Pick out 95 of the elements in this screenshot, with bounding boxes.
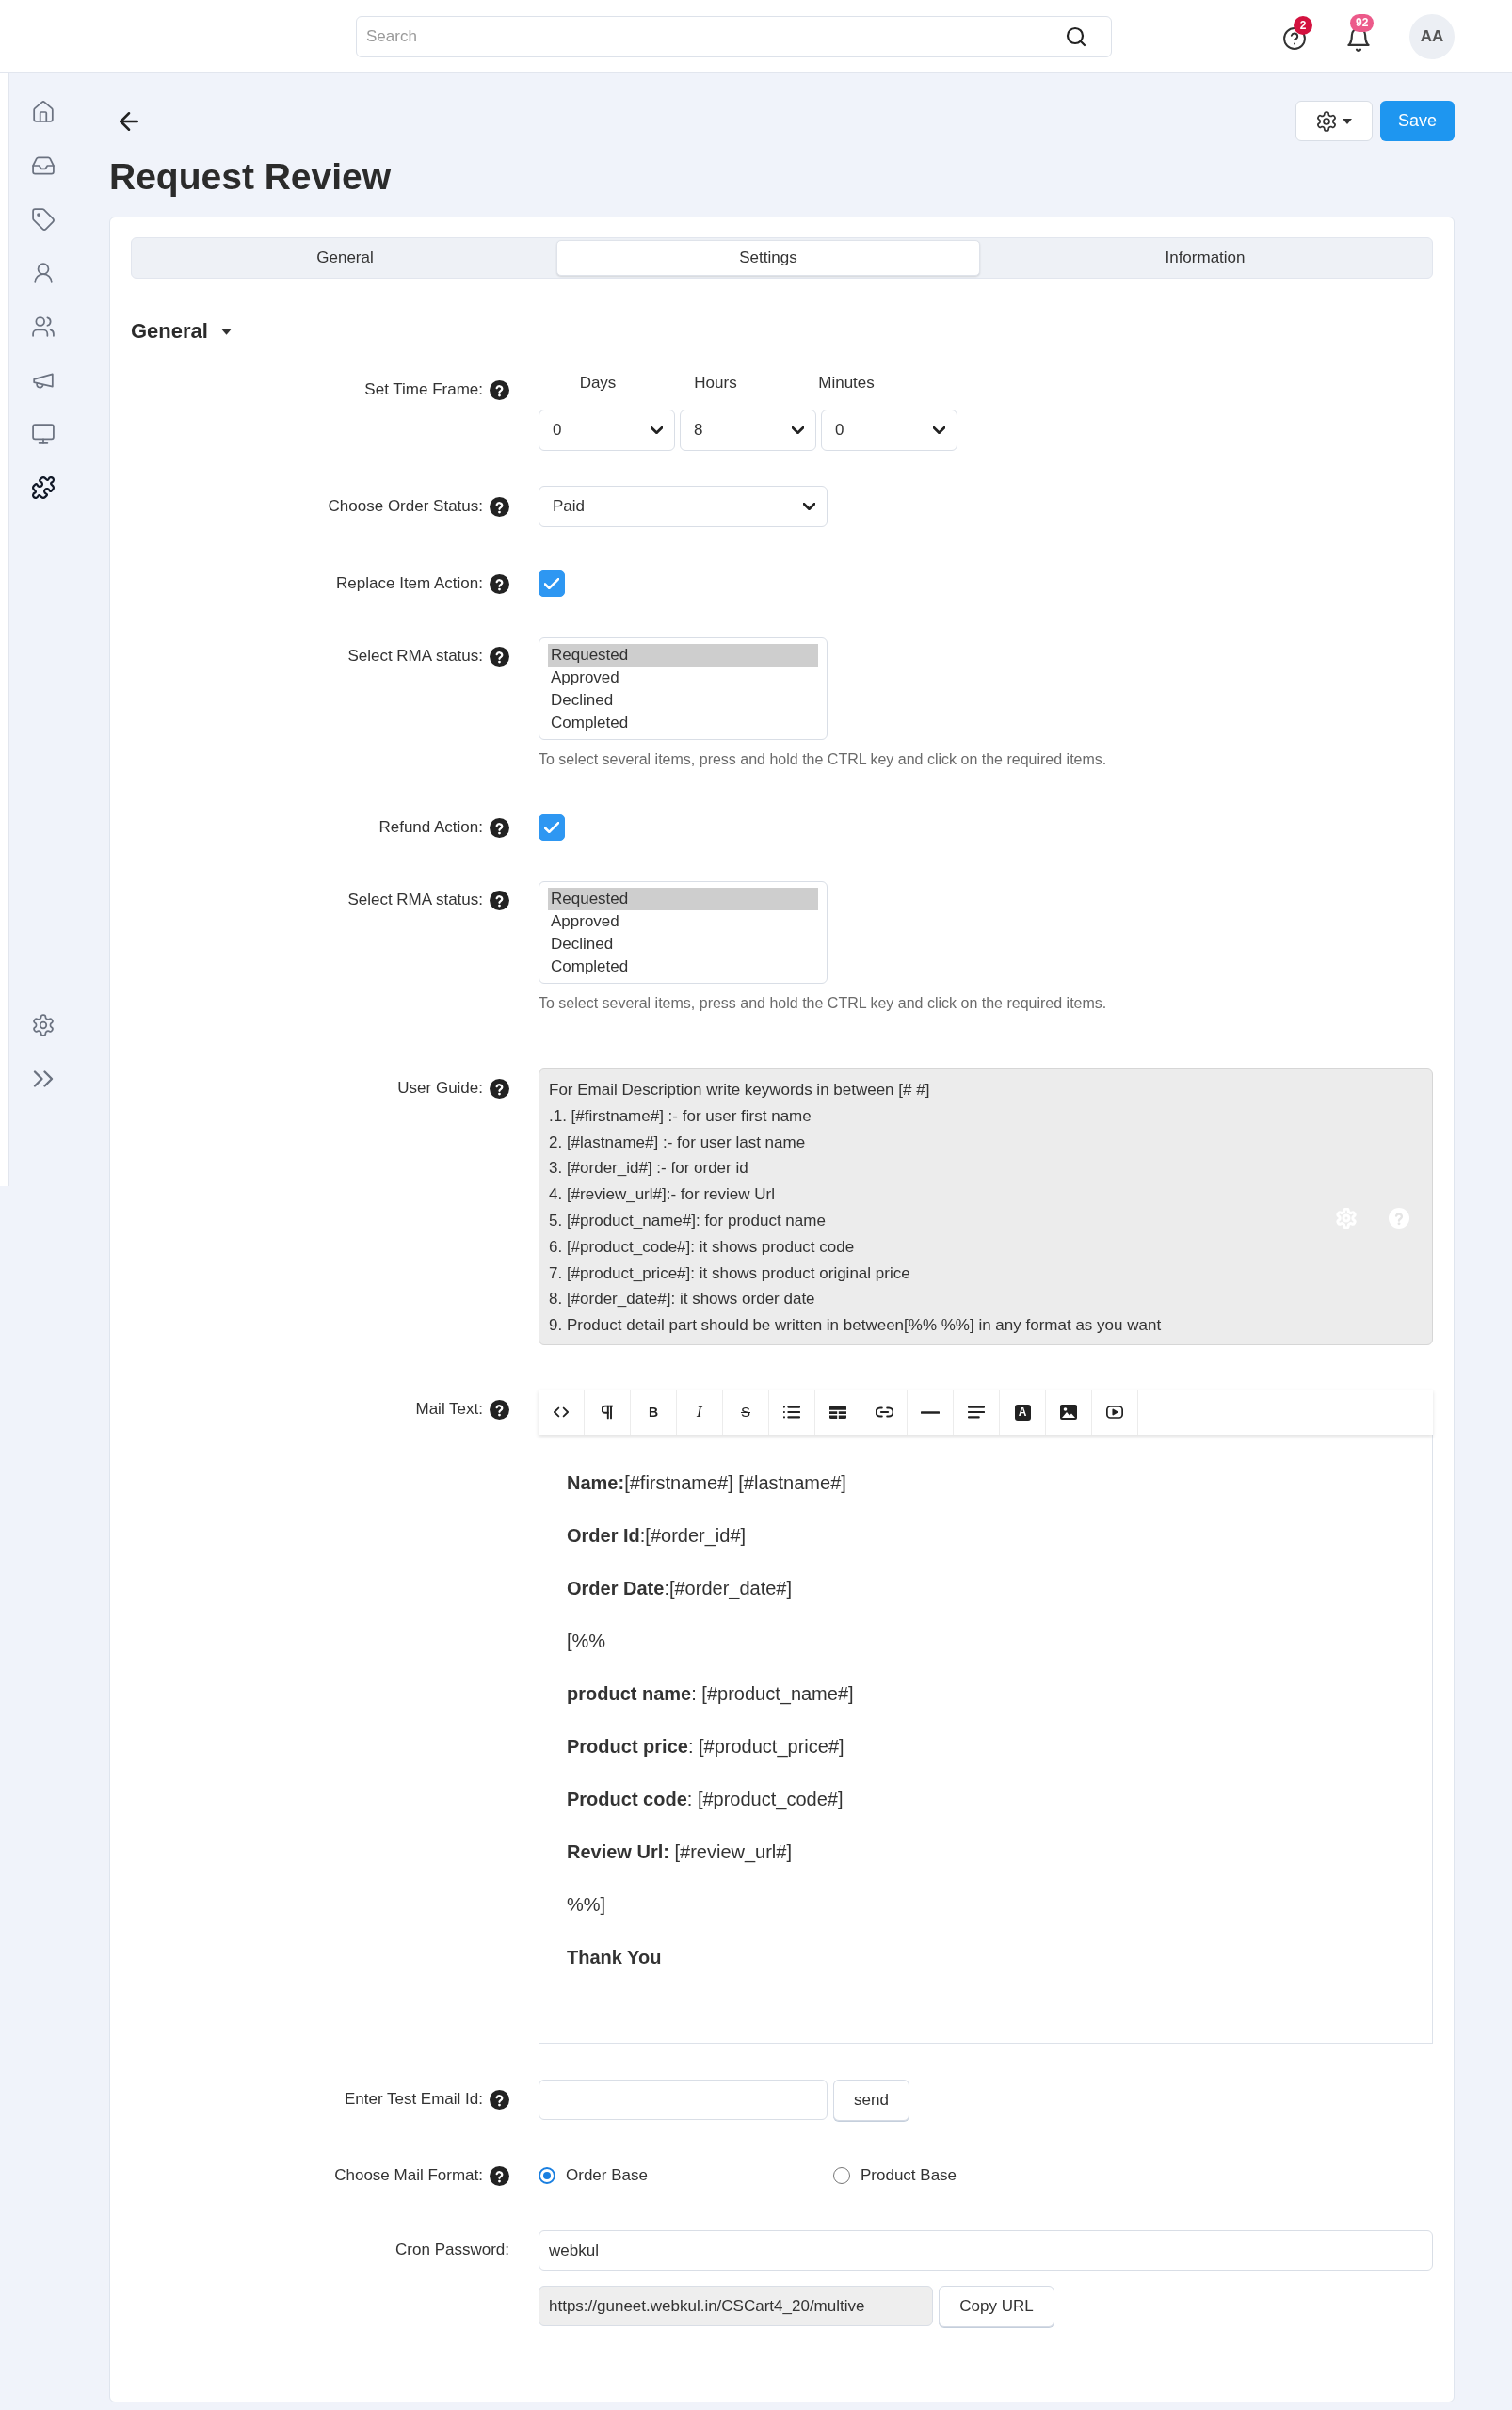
editor-line: Order Date:[#order_date#]: [567, 1577, 793, 1601]
textarea-field[interactable]: [539, 1068, 1433, 1345]
field-label: Choose Mail Format:: [334, 2165, 483, 2186]
settings-icon[interactable]: [32, 1014, 55, 1036]
checkmark-icon: [544, 578, 559, 589]
send-button[interactable]: send: [833, 2080, 909, 2121]
users-icon[interactable]: [32, 315, 55, 338]
dropdown[interactable]: 0: [539, 410, 675, 451]
page-title: Request Review: [109, 155, 392, 199]
user-icon[interactable]: [32, 262, 55, 284]
listbox[interactable]: Requested Approved Declined Completed: [539, 637, 828, 740]
chevron-down-icon: [933, 426, 945, 434]
guide-line: 4. [#review_url#]:- for review Url: [549, 1184, 775, 1206]
horizontal-line-icon: [921, 1410, 940, 1414]
count-badge: 2: [1294, 15, 1312, 35]
chevron-down-icon: [792, 426, 804, 434]
guide-line: 6. [#product_code#]: it shows product code: [549, 1236, 855, 1258]
avatar[interactable]: AA: [1409, 13, 1455, 59]
video-icon: [1106, 1406, 1123, 1419]
checkbox[interactable]: [539, 814, 565, 841]
guide-line: 3. [#order_id#] :- for order id: [549, 1158, 748, 1180]
help-icon: [1389, 1208, 1409, 1229]
password-field[interactable]: webkul: [539, 2230, 1433, 2271]
home-icon[interactable]: [32, 101, 55, 123]
radio-button[interactable]: [539, 2167, 555, 2184]
align-left-icon: [968, 1406, 985, 1419]
tab[interactable]: Information: [980, 240, 1430, 276]
editor-line: Product price: [#product_price#]: [567, 1735, 844, 1759]
editor-line: Product code: [#product_code#]: [567, 1788, 844, 1812]
pilcrow-icon: [602, 1405, 613, 1420]
column-label: Hours: [694, 373, 737, 394]
link-icon: [875, 1406, 893, 1418]
editor-line: Review Url: [#review_url#]: [567, 1840, 792, 1865]
table-icon: [829, 1406, 846, 1419]
listbox[interactable]: Requested Approved Declined Completed: [539, 881, 828, 984]
chevrons-right-icon[interactable]: [32, 1068, 55, 1090]
dropdown[interactable]: 8: [680, 410, 816, 451]
checkmark-icon: [544, 822, 559, 833]
radio-label: Order Base: [566, 2165, 648, 2186]
editor-line: Name:[#firstname#] [#lastname#]: [567, 1471, 846, 1495]
radio-button[interactable]: [833, 2167, 850, 2184]
editor-line: Thank You: [567, 1946, 662, 1969]
field-label: Mail Text:: [415, 1399, 483, 1420]
help-text: To select several items, press and hold the CTRL key and click on the required items.: [539, 750, 1107, 769]
field-label: Set Time Frame:: [364, 379, 483, 400]
field-label: Replace Item Action:: [336, 573, 483, 594]
image-icon: [1060, 1405, 1077, 1420]
copy-url-button[interactable]: Copy URL: [939, 2286, 1054, 2327]
checkbox[interactable]: [539, 570, 565, 597]
field-label: Select RMA status:: [347, 890, 483, 910]
list-option[interactable]: Requested: [548, 644, 818, 667]
settings-icon: [1316, 110, 1337, 132]
column-label: Days: [579, 373, 617, 394]
settings-dropdown[interactable]: [1295, 101, 1373, 141]
caret-down-icon: [1343, 118, 1352, 124]
guide-line: For Email Description write keywords in between [# #]: [549, 1080, 930, 1101]
caret-down-icon[interactable]: [220, 328, 232, 335]
search-field[interactable]: Search: [356, 15, 1112, 57]
editor-line: product name: [#product_name#]: [567, 1682, 854, 1707]
guide-line: 2. [#lastname#] :- for user last name: [549, 1132, 806, 1153]
editor-line: %%]: [567, 1893, 606, 1917]
field-label: Refund Action:: [378, 817, 483, 838]
guide-line: .1. [#firstname#] :- for user first name: [549, 1105, 812, 1127]
chevron-down-icon: [803, 503, 815, 510]
list-option[interactable]: Requested: [548, 888, 818, 910]
editor-line: Order Id:[#order_id#]: [567, 1524, 747, 1549]
puzzle-icon[interactable]: [32, 476, 55, 499]
field-label: User Guide:: [397, 1078, 483, 1099]
tag-icon[interactable]: [32, 208, 55, 231]
column-label: Minutes: [818, 373, 875, 394]
help-text: To select several items, press and hold the CTRL key and click on the required items.: [539, 994, 1107, 1013]
inbox-icon[interactable]: [32, 154, 55, 177]
tab[interactable]: General: [134, 240, 556, 276]
url-field[interactable]: https://guneet.webkul.in/CSCart4_20/multive: [539, 2286, 933, 2326]
field-label: Enter Test Email Id:: [344, 2089, 483, 2110]
radio-label: Product Base: [861, 2165, 957, 2186]
editor-line: [%%: [567, 1630, 606, 1653]
list-icon: [783, 1406, 800, 1419]
tab[interactable]: Settings: [556, 240, 980, 276]
field-label: Cron Password:: [395, 2240, 509, 2260]
chevron-down-icon: [651, 426, 663, 434]
field-label: Select RMA status:: [347, 646, 483, 667]
section-title[interactable]: General: [131, 317, 208, 345]
code-icon: [554, 1406, 569, 1418]
email-input[interactable]: [539, 2080, 828, 2120]
dropdown[interactable]: Paid: [539, 486, 828, 527]
field-label: Choose Order Status:: [328, 496, 483, 517]
guide-line: 9. Product detail part should be written in between[%% %%] in any format as you want: [549, 1315, 1162, 1337]
notification-badge: 92: [1350, 13, 1375, 32]
monitor-icon[interactable]: [32, 423, 55, 445]
dropdown[interactable]: 0: [821, 410, 957, 451]
guide-line: 5. [#product_name#]: for product name: [549, 1211, 826, 1231]
guide-line: 7. [#product_price#]: it shows product original price: [549, 1262, 910, 1284]
guide-line: 8. [#order_date#]: it shows order date: [549, 1289, 815, 1310]
search-icon[interactable]: [1066, 25, 1086, 47]
